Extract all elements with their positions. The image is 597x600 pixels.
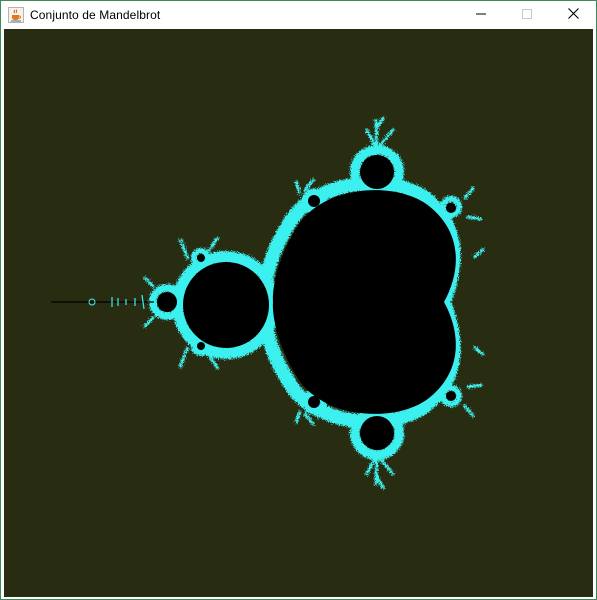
window-title: Conjunto de Mandelbrot bbox=[30, 8, 161, 22]
close-icon bbox=[567, 6, 579, 24]
mandelbrot-canvas[interactable] bbox=[4, 29, 593, 597]
title-bar[interactable]: Conjunto de Mandelbrot bbox=[1, 1, 596, 29]
period-2-bulb bbox=[183, 262, 269, 348]
maximize-icon bbox=[522, 6, 532, 24]
period-4-bulb bbox=[157, 292, 177, 312]
bottom-bulb bbox=[360, 416, 394, 450]
minimize-button[interactable] bbox=[458, 1, 504, 29]
maximize-button[interactable] bbox=[504, 1, 550, 29]
real-axis-filament bbox=[51, 294, 154, 310]
app-window: Conjunto de Mandelbrot bbox=[0, 0, 597, 600]
top-bulb bbox=[360, 155, 394, 189]
java-cup-icon[interactable] bbox=[8, 7, 24, 23]
mandelbrot-drawing bbox=[51, 116, 485, 490]
minimize-icon bbox=[476, 6, 486, 24]
window-controls bbox=[458, 1, 596, 29]
main-cardioid bbox=[272, 190, 456, 414]
close-button[interactable] bbox=[550, 1, 596, 29]
